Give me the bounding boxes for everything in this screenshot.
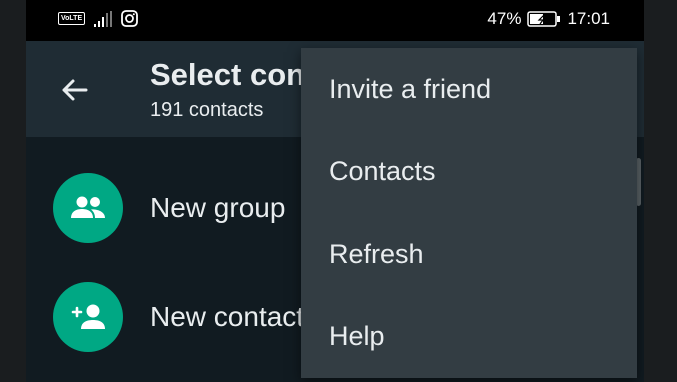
menu-item-contacts[interactable]: Contacts	[301, 131, 637, 214]
group-icon	[71, 196, 105, 218]
new-group-avatar	[53, 173, 123, 243]
overflow-menu: Invite a friend Contacts Refresh Help	[301, 48, 637, 378]
menu-item-help[interactable]: Help	[301, 296, 637, 379]
new-contact-label: New contact	[150, 301, 305, 332]
new-contact-avatar	[53, 282, 123, 352]
status-right: 47% 17:01	[487, 9, 610, 29]
status-bar: VoLTE 47% 17:01	[26, 0, 644, 41]
back-arrow-icon[interactable]	[58, 74, 90, 106]
phone-screen: VoLTE 47% 17:01 Select contact 191 conta…	[26, 0, 644, 382]
battery-icon	[527, 11, 561, 27]
menu-item-invite-friend[interactable]: Invite a friend	[301, 48, 637, 131]
clock: 17:01	[567, 9, 610, 28]
menu-item-refresh[interactable]: Refresh	[301, 213, 637, 296]
new-group-label: New group	[150, 192, 286, 223]
contact-count: 191 contacts	[150, 99, 264, 121]
add-person-icon	[71, 304, 105, 329]
volte-icon: VoLTE	[58, 12, 86, 25]
status-left: VoLTE	[58, 10, 139, 27]
battery-percent: 47%	[487, 9, 522, 28]
signal-icon	[94, 10, 113, 27]
instagram-icon	[121, 10, 139, 27]
